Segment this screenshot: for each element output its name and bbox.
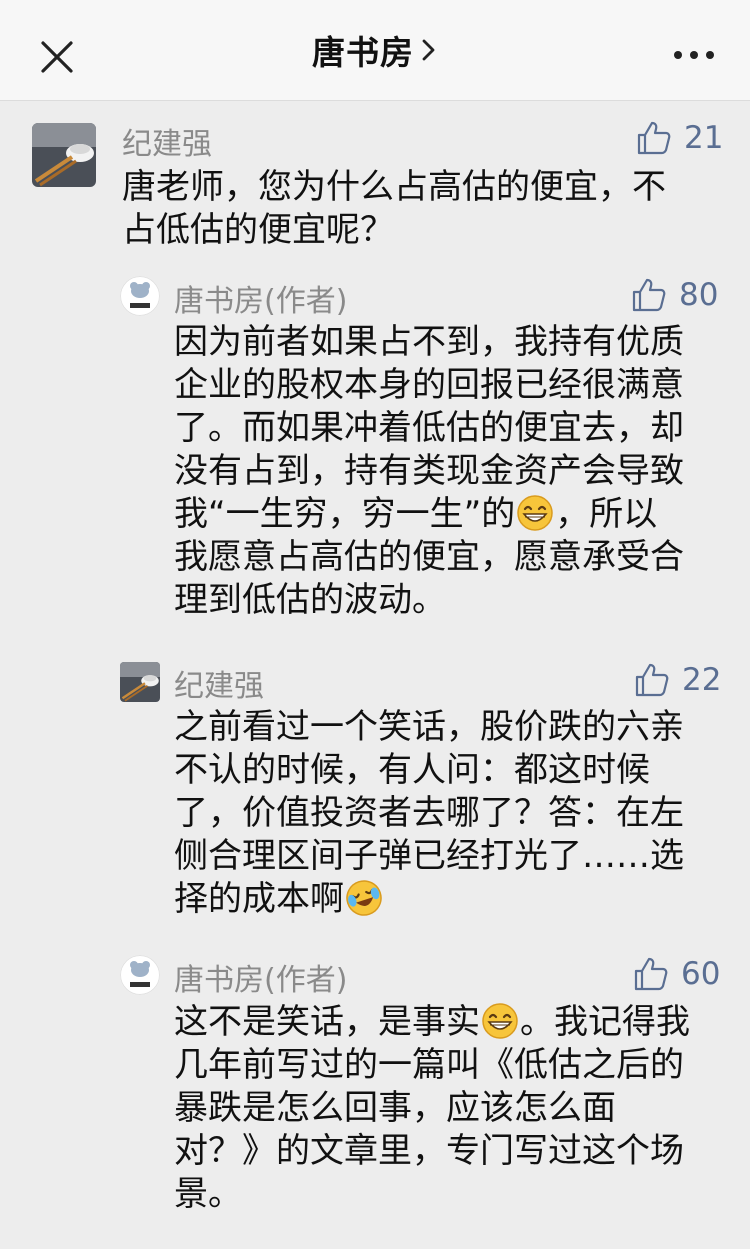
thumbs-up-icon [634, 957, 668, 991]
avatar[interactable] [120, 662, 160, 702]
like-count: 22 [682, 662, 722, 698]
comment-text: 之前看过一个笑话，股价跌的六亲 不认的时候，有人问：都这时候 了，价值投资者去哪… [174, 707, 684, 919]
laugh-cry-emoji [346, 880, 382, 916]
comment-author[interactable]: 唐书房(作者) [174, 276, 347, 320]
avatar[interactable] [32, 123, 96, 187]
comment-author[interactable]: 纪建强 [174, 661, 264, 705]
thumbs-up-icon [637, 121, 671, 155]
comment-author[interactable]: 唐书房(作者) [174, 955, 347, 999]
like-count: 21 [684, 120, 724, 156]
like-button[interactable]: 60 [633, 954, 720, 994]
like-button[interactable]: 21 [636, 118, 723, 158]
thumbs-up-icon [635, 663, 669, 697]
more-icon[interactable] [664, 40, 724, 70]
grin-emoji [517, 495, 553, 531]
top-bar: 唐书房 [0, 0, 750, 101]
chevron-right-icon [422, 39, 435, 61]
avatar[interactable] [120, 955, 160, 995]
like-count: 80 [679, 277, 719, 313]
like-button[interactable]: 22 [634, 660, 721, 700]
thumbs-up-icon [632, 278, 666, 312]
comment-text: 这不是笑话，是事实 。我记得我 几年前写过的一篇叫《低估之后的 暴跌是怎么回事，… [174, 1002, 690, 1214]
comment-author[interactable]: 纪建强 [122, 119, 212, 163]
avatar[interactable] [120, 276, 160, 316]
page-title: 唐书房 [312, 33, 414, 72]
like-button[interactable]: 80 [631, 275, 718, 315]
comment-text: 唐老师，您为什么占高估的便宜，不 占低估的便宜呢？ [122, 167, 666, 250]
comment-text: 因为前者如果占不到，我持有优质 企业的股权本身的回报已经很满意 了。而如果冲着低… [174, 322, 684, 620]
title-link[interactable]: 唐书房 [0, 0, 750, 100]
like-count: 60 [681, 956, 721, 992]
grin-emoji [482, 1003, 518, 1039]
